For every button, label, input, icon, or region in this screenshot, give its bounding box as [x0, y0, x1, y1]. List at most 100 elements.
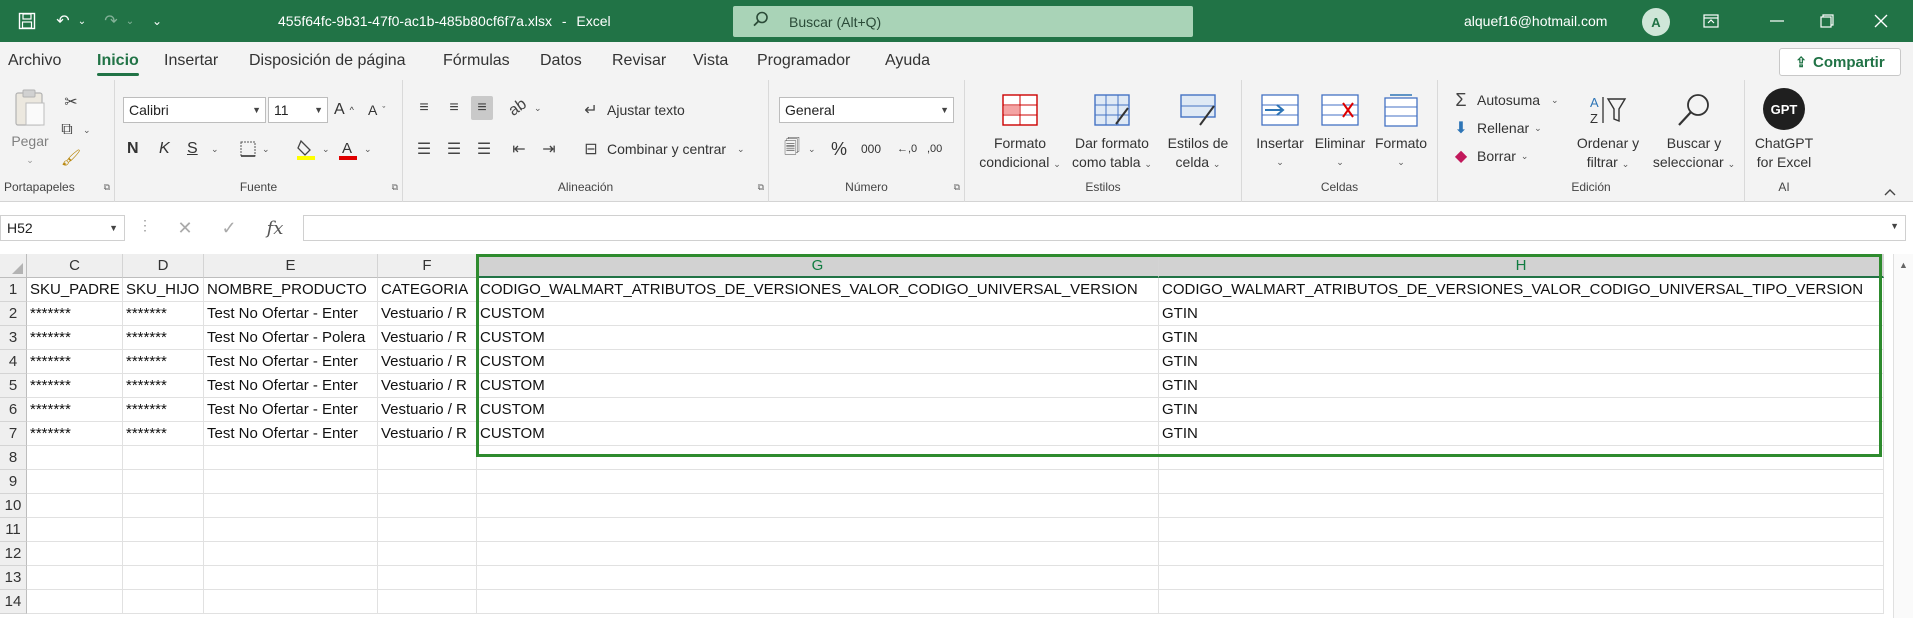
cell-h8[interactable] — [1159, 446, 1884, 470]
select-all-button[interactable] — [0, 254, 27, 278]
cut-icon[interactable]: ✂ — [60, 90, 82, 114]
cell-g5[interactable]: CUSTOM — [477, 374, 1159, 398]
copy-icon[interactable]: ⧉ ⌄ — [56, 118, 90, 142]
italic-button[interactable]: K — [159, 137, 170, 161]
cell-g4[interactable]: CUSTOM — [477, 350, 1159, 374]
cell-d4[interactable]: ******* — [123, 350, 204, 374]
cell-h12[interactable] — [1159, 542, 1884, 566]
save-icon[interactable] — [14, 0, 40, 42]
cell-h6[interactable]: GTIN — [1159, 398, 1884, 422]
column-header-d[interactable]: D — [123, 254, 204, 278]
cell-f6[interactable]: Vestuario / R — [378, 398, 477, 422]
row-header-6[interactable]: 6 — [0, 398, 27, 422]
cell-g6[interactable]: CUSTOM — [477, 398, 1159, 422]
orientation-icon[interactable]: ab ⌄ — [506, 96, 542, 120]
cell-e9[interactable] — [204, 470, 378, 494]
cell-d2[interactable]: ******* — [123, 302, 204, 326]
merge-center-button[interactable]: ⊟ Combinar y centrar ⌄ — [580, 137, 744, 161]
search-box[interactable]: Buscar (Alt+Q) — [733, 6, 1193, 37]
cell-f8[interactable] — [378, 446, 477, 470]
cell-c6[interactable]: ******* — [27, 398, 123, 422]
cell-c9[interactable] — [27, 470, 123, 494]
tab-datos[interactable]: Datos — [540, 42, 582, 80]
align-left-icon[interactable]: ☰ — [413, 137, 435, 161]
cell-h10[interactable] — [1159, 494, 1884, 518]
cell-e13[interactable] — [204, 566, 378, 590]
cell-e5[interactable]: Test No Ofertar - Enter — [204, 374, 378, 398]
format-cells-button[interactable]: Formato ⌄ — [1370, 90, 1432, 172]
cell-g10[interactable] — [477, 494, 1159, 518]
decrease-font-icon[interactable]: Aˇ — [368, 98, 385, 122]
cell-e6[interactable]: Test No Ofertar - Enter — [204, 398, 378, 422]
column-header-h[interactable]: H — [1159, 254, 1884, 278]
customize-quick-access-icon[interactable]: ⌄ — [148, 0, 166, 42]
row-header-5[interactable]: 5 — [0, 374, 27, 398]
align-right-icon[interactable]: ☰ — [473, 137, 495, 161]
cell-f1[interactable]: CATEGORIA — [378, 278, 477, 302]
paste-button[interactable]: Pegar ⌄ — [8, 88, 52, 170]
cell-f10[interactable] — [378, 494, 477, 518]
collapse-ribbon-icon[interactable] — [1884, 180, 1896, 204]
format-as-table-button[interactable]: Dar formato como tabla ⌄ — [1069, 90, 1155, 174]
cell-h3[interactable]: GTIN — [1159, 326, 1884, 350]
cell-g14[interactable] — [477, 590, 1159, 614]
cell-d9[interactable] — [123, 470, 204, 494]
cell-d13[interactable] — [123, 566, 204, 590]
insert-function-icon[interactable]: fx — [260, 215, 290, 241]
vertical-scrollbar[interactable]: ▲ — [1893, 254, 1913, 618]
cell-f7[interactable]: Vestuario / R — [378, 422, 477, 446]
cell-c5[interactable]: ******* — [27, 374, 123, 398]
cell-c4[interactable]: ******* — [27, 350, 123, 374]
cell-c14[interactable] — [27, 590, 123, 614]
chatgpt-excel-button[interactable]: GPT ChatGPT for Excel — [1749, 88, 1819, 172]
cell-c12[interactable] — [27, 542, 123, 566]
cell-e8[interactable] — [204, 446, 378, 470]
cell-f14[interactable] — [378, 590, 477, 614]
conditional-format-button[interactable]: Formato condicional ⌄ — [975, 90, 1065, 174]
cell-c13[interactable] — [27, 566, 123, 590]
cell-c7[interactable]: ******* — [27, 422, 123, 446]
cell-g7[interactable]: CUSTOM — [477, 422, 1159, 446]
tab-disposicion[interactable]: Disposición de página — [249, 42, 406, 80]
align-middle-icon[interactable]: ≡ — [443, 96, 465, 120]
cell-c8[interactable] — [27, 446, 123, 470]
column-header-f[interactable]: F — [378, 254, 477, 278]
fill-button[interactable]: ⬇ Rellenar ⌄ — [1450, 116, 1541, 140]
decrease-decimal-icon[interactable]: ,00 — [927, 137, 942, 161]
row-header-3[interactable]: 3 — [0, 326, 27, 350]
confirm-entry-icon[interactable]: ✓ — [214, 215, 244, 241]
tab-archivo[interactable]: Archivo — [8, 42, 61, 80]
number-format-select[interactable]: General ▼ — [779, 97, 954, 123]
cell-g9[interactable] — [477, 470, 1159, 494]
delete-cells-button[interactable]: Eliminar ⌄ — [1310, 90, 1370, 172]
close-icon[interactable] — [1858, 0, 1904, 42]
row-header-1[interactable]: 1 — [0, 278, 27, 302]
cell-e11[interactable] — [204, 518, 378, 542]
cell-f12[interactable] — [378, 542, 477, 566]
tab-inicio[interactable]: Inicio — [97, 42, 139, 80]
cell-h7[interactable]: GTIN — [1159, 422, 1884, 446]
cell-c1[interactable]: SKU_PADRE — [27, 278, 123, 302]
cell-d3[interactable]: ******* — [123, 326, 204, 350]
align-top-icon[interactable]: ≡ — [413, 96, 435, 120]
cell-h5[interactable]: GTIN — [1159, 374, 1884, 398]
cell-f11[interactable] — [378, 518, 477, 542]
thousands-separator-icon[interactable]: 000 — [861, 137, 881, 161]
redo-dropdown-icon[interactable]: ⌄ — [124, 0, 136, 42]
tab-programador[interactable]: Programador — [757, 42, 850, 80]
tab-formulas[interactable]: Fórmulas — [443, 42, 510, 80]
cell-f5[interactable]: Vestuario / R — [378, 374, 477, 398]
cell-d14[interactable] — [123, 590, 204, 614]
clipboard-launcher-icon[interactable]: ⧉ — [104, 182, 110, 193]
row-header-10[interactable]: 10 — [0, 494, 27, 518]
restore-icon[interactable] — [1804, 0, 1850, 42]
cell-e2[interactable]: Test No Ofertar - Enter — [204, 302, 378, 326]
undo-dropdown-icon[interactable]: ⌄ — [76, 0, 88, 42]
tab-revisar[interactable]: Revisar — [612, 42, 666, 80]
row-header-12[interactable]: 12 — [0, 542, 27, 566]
row-header-13[interactable]: 13 — [0, 566, 27, 590]
cell-d5[interactable]: ******* — [123, 374, 204, 398]
cell-e1[interactable]: NOMBRE_PRODUCTO — [204, 278, 378, 302]
cell-g1[interactable]: CODIGO_WALMART_ATRIBUTOS_DE_VERSIONES_VA… — [477, 278, 1159, 302]
expand-formula-icon[interactable]: ▼ — [1890, 221, 1899, 231]
